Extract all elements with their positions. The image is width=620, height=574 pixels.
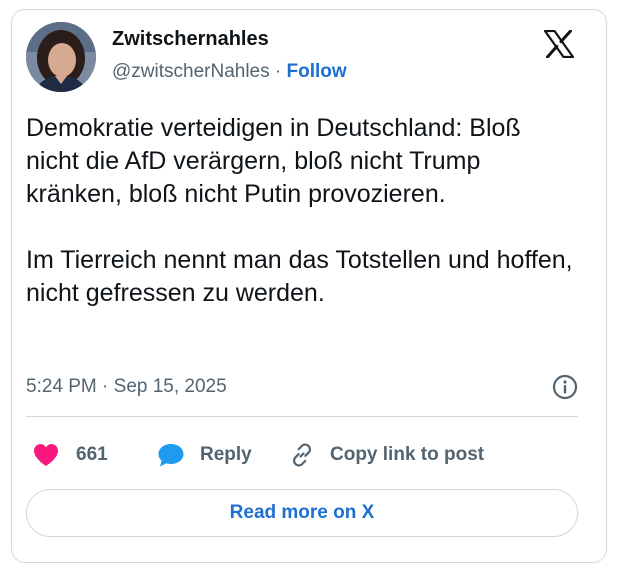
tweet-text: Demokratie verteidigen in Deutschland: B…: [26, 114, 573, 307]
x-logo-icon[interactable]: [543, 29, 575, 59]
heart-icon: [32, 442, 60, 468]
like-button[interactable]: 661: [32, 435, 108, 475]
tweet-meta-row: 5:24 PM · Sep 15, 2025: [26, 372, 578, 402]
follow-button[interactable]: Follow: [287, 61, 347, 82]
author-name[interactable]: Zwitschernahles: [112, 28, 269, 51]
speech-bubble-icon: [156, 441, 186, 469]
author-handle-row: @zwitscherNahles · Follow: [112, 61, 347, 83]
read-more-button[interactable]: Read more on X: [26, 489, 578, 537]
tweet-header: Zwitschernahles @zwitscherNahles · Follo…: [26, 22, 576, 94]
copy-link-button[interactable]: Copy link to post: [288, 435, 484, 475]
tweet-timestamp[interactable]: 5:24 PM · Sep 15, 2025: [26, 376, 227, 398]
handle-separator: ·: [274, 61, 282, 82]
author-handle[interactable]: @zwitscherNahles: [112, 61, 270, 82]
like-count: 661: [76, 444, 108, 465]
tweet-actions: 661 Reply Copy link to post: [26, 435, 578, 475]
copy-link-label: Copy link to post: [330, 444, 485, 465]
reply-label: Reply: [200, 444, 252, 465]
link-icon: [288, 441, 316, 469]
reply-button[interactable]: Reply: [156, 435, 252, 475]
avatar[interactable]: [26, 22, 96, 92]
divider: [26, 416, 578, 417]
info-icon[interactable]: [552, 374, 578, 400]
